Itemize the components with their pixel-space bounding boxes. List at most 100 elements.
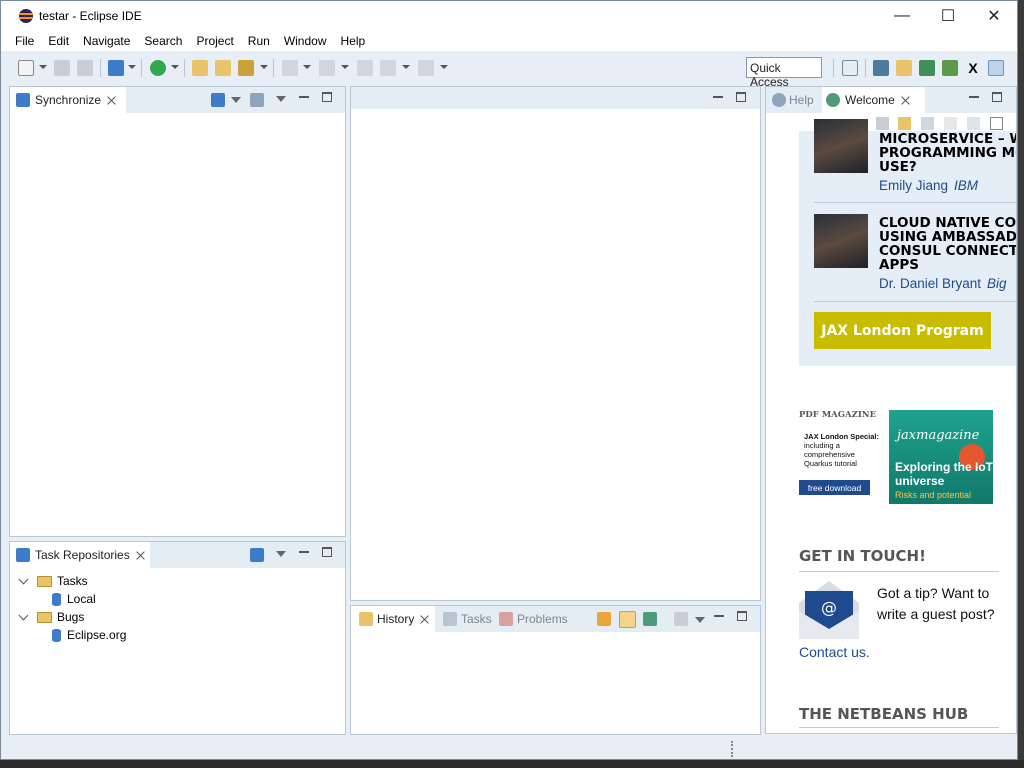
close-tab-icon[interactable]	[420, 615, 429, 624]
window-title: testar - Eclipse IDE	[39, 9, 142, 23]
view-menu-icon[interactable]	[276, 551, 286, 557]
team-sync-perspective-icon[interactable]	[988, 60, 1004, 76]
talk-title[interactable]: MICROSERVICE – W PROGRAMMING MO USE?	[879, 132, 1016, 174]
back-dropdown-icon[interactable]	[402, 65, 410, 69]
close-tab-icon[interactable]	[901, 96, 910, 105]
maximize-icon[interactable]	[322, 547, 332, 557]
debug-perspective-icon[interactable]	[942, 60, 958, 76]
envelope-icon: @	[799, 581, 859, 639]
back-icon[interactable]	[380, 60, 396, 76]
tools-icon[interactable]	[238, 60, 254, 76]
maximize-icon[interactable]	[736, 92, 746, 102]
tab-help[interactable]: Help	[772, 87, 814, 113]
free-download-button[interactable]: free download	[799, 480, 870, 495]
view-menu-icon[interactable]	[276, 96, 286, 102]
run-icon[interactable]	[150, 60, 166, 76]
maximize-icon[interactable]	[322, 92, 332, 102]
font-smaller-icon[interactable]	[944, 117, 957, 130]
tree-item-eclipse-org[interactable]: Eclipse.org	[52, 626, 126, 644]
tab-problems[interactable]: Problems	[499, 606, 568, 632]
customize-page-icon[interactable]	[990, 117, 1003, 130]
back-icon[interactable]	[898, 117, 911, 130]
next-annotation-dropdown-icon[interactable]	[303, 65, 311, 69]
talk-title[interactable]: CLOUD NATIVE CO USING AMBASSAD CONSUL CO…	[879, 216, 1016, 272]
menu-run[interactable]: Run	[241, 34, 277, 48]
sync-action-icon[interactable]	[211, 93, 225, 107]
main-toolbar: X	[1, 53, 1017, 83]
open-folder-icon[interactable]	[215, 60, 231, 76]
prev-annotation-dropdown-icon[interactable]	[341, 65, 349, 69]
xml-perspective-icon[interactable]: X	[965, 60, 981, 76]
maximize-icon[interactable]	[992, 92, 1002, 102]
tools-dropdown-icon[interactable]	[260, 65, 268, 69]
open-perspective-icon[interactable]	[842, 60, 858, 76]
close-window-button[interactable]: ✕	[971, 1, 1017, 31]
tab-history[interactable]: History	[351, 606, 435, 632]
close-tab-icon[interactable]	[107, 96, 116, 105]
refresh-icon[interactable]	[597, 612, 611, 626]
expand-chevron-icon[interactable]	[18, 574, 29, 584]
minimize-icon[interactable]	[713, 96, 723, 98]
git-perspective-icon[interactable]	[919, 60, 935, 76]
history-action-icon[interactable]	[674, 612, 688, 626]
save-all-icon[interactable]	[77, 60, 93, 76]
prev-annotation-icon[interactable]	[319, 60, 335, 76]
java-ee-perspective-icon[interactable]	[873, 60, 889, 76]
maximize-window-button[interactable]: ☐	[925, 1, 971, 31]
minimize-icon[interactable]	[299, 96, 309, 98]
magazine-logo: jaxmagazine	[897, 428, 980, 443]
save-icon[interactable]	[54, 60, 70, 76]
history-dropdown-icon[interactable]	[695, 617, 705, 623]
speaker-name[interactable]: Emily Jiang IBM	[879, 178, 978, 193]
minimize-icon[interactable]	[299, 551, 309, 553]
status-grip[interactable]	[731, 741, 734, 757]
contact-us-link[interactable]: Contact us.	[799, 644, 870, 660]
tree-item-bugs[interactable]: Bugs	[18, 608, 84, 626]
close-tab-icon[interactable]	[136, 551, 145, 560]
minimize-icon[interactable]	[714, 615, 724, 617]
quick-access-field[interactable]: Quick Access	[746, 57, 822, 89]
tree-item-local[interactable]: Local	[52, 590, 96, 608]
menu-navigate[interactable]: Navigate	[76, 34, 137, 48]
help-icon	[772, 93, 786, 107]
minimize-icon[interactable]	[969, 96, 979, 98]
forward-icon[interactable]	[418, 60, 434, 76]
add-repository-icon[interactable]	[250, 548, 264, 562]
pin-view-icon[interactable]	[250, 93, 264, 107]
tree-item-tasks[interactable]: Tasks	[18, 572, 88, 590]
maximize-icon[interactable]	[737, 611, 747, 621]
speaker-name[interactable]: Dr. Daniel Bryant Big	[879, 276, 1007, 291]
menu-search[interactable]: Search	[137, 34, 189, 48]
expand-chevron-icon[interactable]	[18, 610, 29, 620]
magazine-cover[interactable]: jaxmagazine Exploring the IoT universe R…	[889, 410, 993, 504]
tab-welcome[interactable]: Welcome	[822, 87, 925, 113]
menu-help[interactable]: Help	[334, 34, 373, 48]
next-annotation-icon[interactable]	[282, 60, 298, 76]
pin-history-icon[interactable]	[643, 612, 657, 626]
tab-synchronize[interactable]: Synchronize	[10, 87, 126, 113]
menu-project[interactable]: Project	[189, 34, 240, 48]
last-edit-icon[interactable]	[357, 60, 373, 76]
synchronize-icon[interactable]	[108, 60, 124, 76]
forward-icon[interactable]	[921, 117, 934, 130]
tab-task-repositories[interactable]: Task Repositories	[10, 542, 150, 568]
synchronize-dropdown-icon[interactable]	[128, 65, 136, 69]
link-with-editor-icon[interactable]	[619, 611, 636, 628]
font-larger-icon[interactable]	[967, 117, 980, 130]
new-dropdown-icon[interactable]	[39, 65, 47, 69]
forward-dropdown-icon[interactable]	[440, 65, 448, 69]
menu-file[interactable]: File	[1, 34, 41, 48]
jax-london-program-button[interactable]: JAX London Program	[814, 312, 991, 349]
home-icon[interactable]	[876, 117, 889, 130]
tab-tasks[interactable]: Tasks	[443, 606, 492, 632]
minimize-window-button[interactable]: —	[879, 1, 925, 31]
menu-window[interactable]: Window	[277, 34, 334, 48]
magazine-description: JAX London Special: including a comprehe…	[804, 432, 884, 468]
new-icon[interactable]	[18, 60, 34, 76]
open-task-icon[interactable]	[192, 60, 208, 76]
run-dropdown-icon[interactable]	[171, 65, 179, 69]
menu-edit[interactable]: Edit	[41, 34, 76, 48]
welcome-view: Help Welcome MICROSERVICE – W PROGRAMMIN…	[765, 86, 1017, 734]
sync-dropdown-icon[interactable]	[231, 97, 241, 103]
resource-perspective-icon[interactable]	[896, 60, 912, 76]
